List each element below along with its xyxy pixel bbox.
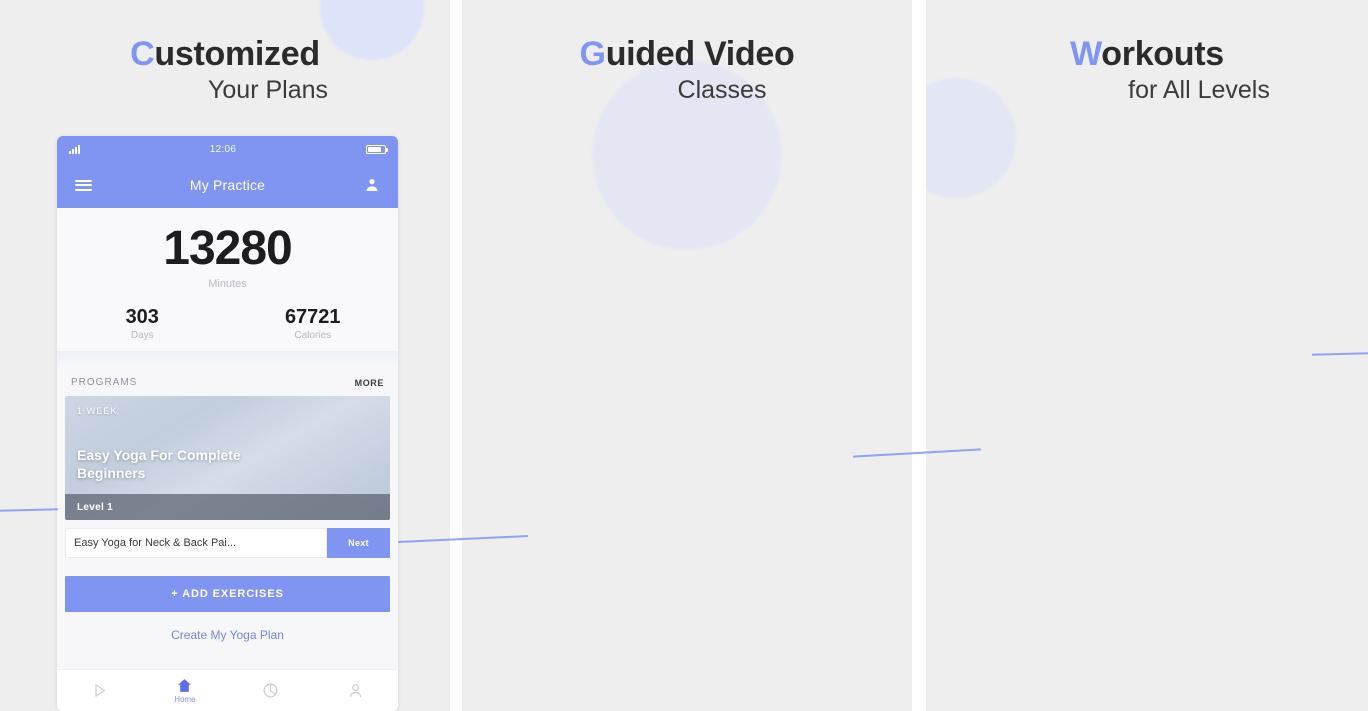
nav-item-home[interactable]: Home	[142, 677, 227, 704]
nav-item-profile[interactable]	[313, 682, 398, 699]
heading-subtitle: Your Plans	[208, 76, 328, 104]
programs-more-link[interactable]: MORE	[355, 378, 384, 388]
program-card-title: Easy Yoga For Complete Beginners	[77, 447, 241, 481]
home-icon	[178, 679, 192, 692]
status-bar-time: 12:06	[209, 143, 237, 155]
heading-line-1: Guided Video	[462, 34, 912, 74]
exercise-input-row: Easy Yoga for Neck & Back Pai... Next	[65, 528, 390, 558]
signal-icon	[69, 144, 80, 154]
days-value: 303	[125, 306, 159, 328]
calories-value: 67721	[284, 306, 341, 328]
heading-capital: C	[130, 35, 155, 73]
menu-button[interactable]	[71, 173, 95, 197]
heading-line-1: Customized	[0, 34, 450, 74]
heading-subtitle: for All Levels	[1128, 76, 1270, 104]
minutes-label: Minutes	[208, 278, 247, 290]
phone-mockup-1: 12:06 My Practice 13280 Minutes 303 Days…	[57, 136, 398, 711]
programs-section-header: PROGRAMS MORE	[57, 365, 398, 396]
exercise-name-input[interactable]: Easy Yoga for Neck & Back Pai...	[65, 528, 327, 558]
nav-item-home-label: Home	[174, 695, 196, 704]
nav-item-play[interactable]	[57, 682, 142, 699]
program-card-footer: Level 1	[65, 494, 390, 520]
panel-gutter	[450, 0, 462, 711]
panel-3-heading: Workouts for All Levels	[926, 34, 1368, 106]
create-plan-link[interactable]: Create My Yoga Plan	[57, 628, 398, 642]
programs-label: PROGRAMS	[71, 377, 138, 388]
panel-workouts: Workouts for All Levels 12:06 All Exerci…	[926, 0, 1368, 711]
nav-item-stats[interactable]	[228, 682, 313, 699]
chart-icon	[263, 683, 278, 698]
heading-line-1: Workouts	[926, 34, 1368, 74]
next-button[interactable]: Next	[327, 528, 390, 558]
heading-rest: uided Video	[605, 35, 795, 73]
bottom-navigation: Home	[57, 669, 398, 711]
battery-icon	[366, 144, 388, 154]
play-icon	[95, 684, 106, 697]
days-label: Days	[130, 330, 154, 341]
heading-rest: ustomized	[154, 35, 320, 73]
heading-capital: G	[579, 35, 606, 73]
panel-customized: Customized Your Plans 12:06 My Practice	[0, 0, 450, 711]
heading-subtitle: Classes	[677, 76, 767, 104]
heading-rest: orkouts	[1101, 35, 1224, 73]
person-icon	[366, 179, 378, 191]
status-bar: 12:06	[57, 136, 398, 162]
minutes-value: 13280	[163, 222, 292, 275]
calories-label: Calories	[294, 330, 332, 341]
panel-1-heading: Customized Your Plans	[0, 34, 450, 106]
program-card-badge: 1 WEEK	[77, 406, 118, 416]
add-exercises-button[interactable]: + ADD EXERCISES	[65, 576, 390, 612]
heading-capital: W	[1070, 35, 1102, 73]
program-card-level: Level 1	[77, 501, 114, 513]
program-card[interactable]: 1 WEEK Easy Yoga For Complete Beginners …	[65, 396, 390, 520]
panel-guided-video: Guided Video Classes	[462, 0, 912, 711]
stat-calories: 67721 Calories	[228, 306, 399, 341]
app-bar-title: My Practice	[189, 177, 266, 193]
app-store-screenshot-strip: Customized Your Plans 12:06 My Practice	[0, 0, 1368, 711]
profile-button[interactable]	[360, 173, 384, 197]
panel-2-heading: Guided Video Classes	[462, 34, 912, 106]
stats-summary: 13280 Minutes 303 Days 67721 Calories	[57, 208, 398, 351]
hamburger-icon	[74, 177, 92, 193]
section-divider	[57, 351, 398, 365]
person-icon	[349, 684, 361, 697]
app-bar: My Practice	[57, 162, 398, 208]
secondary-stats: 303 Days 67721 Calories	[57, 306, 398, 341]
panel-gutter	[912, 0, 926, 711]
stat-days: 303 Days	[57, 306, 228, 341]
